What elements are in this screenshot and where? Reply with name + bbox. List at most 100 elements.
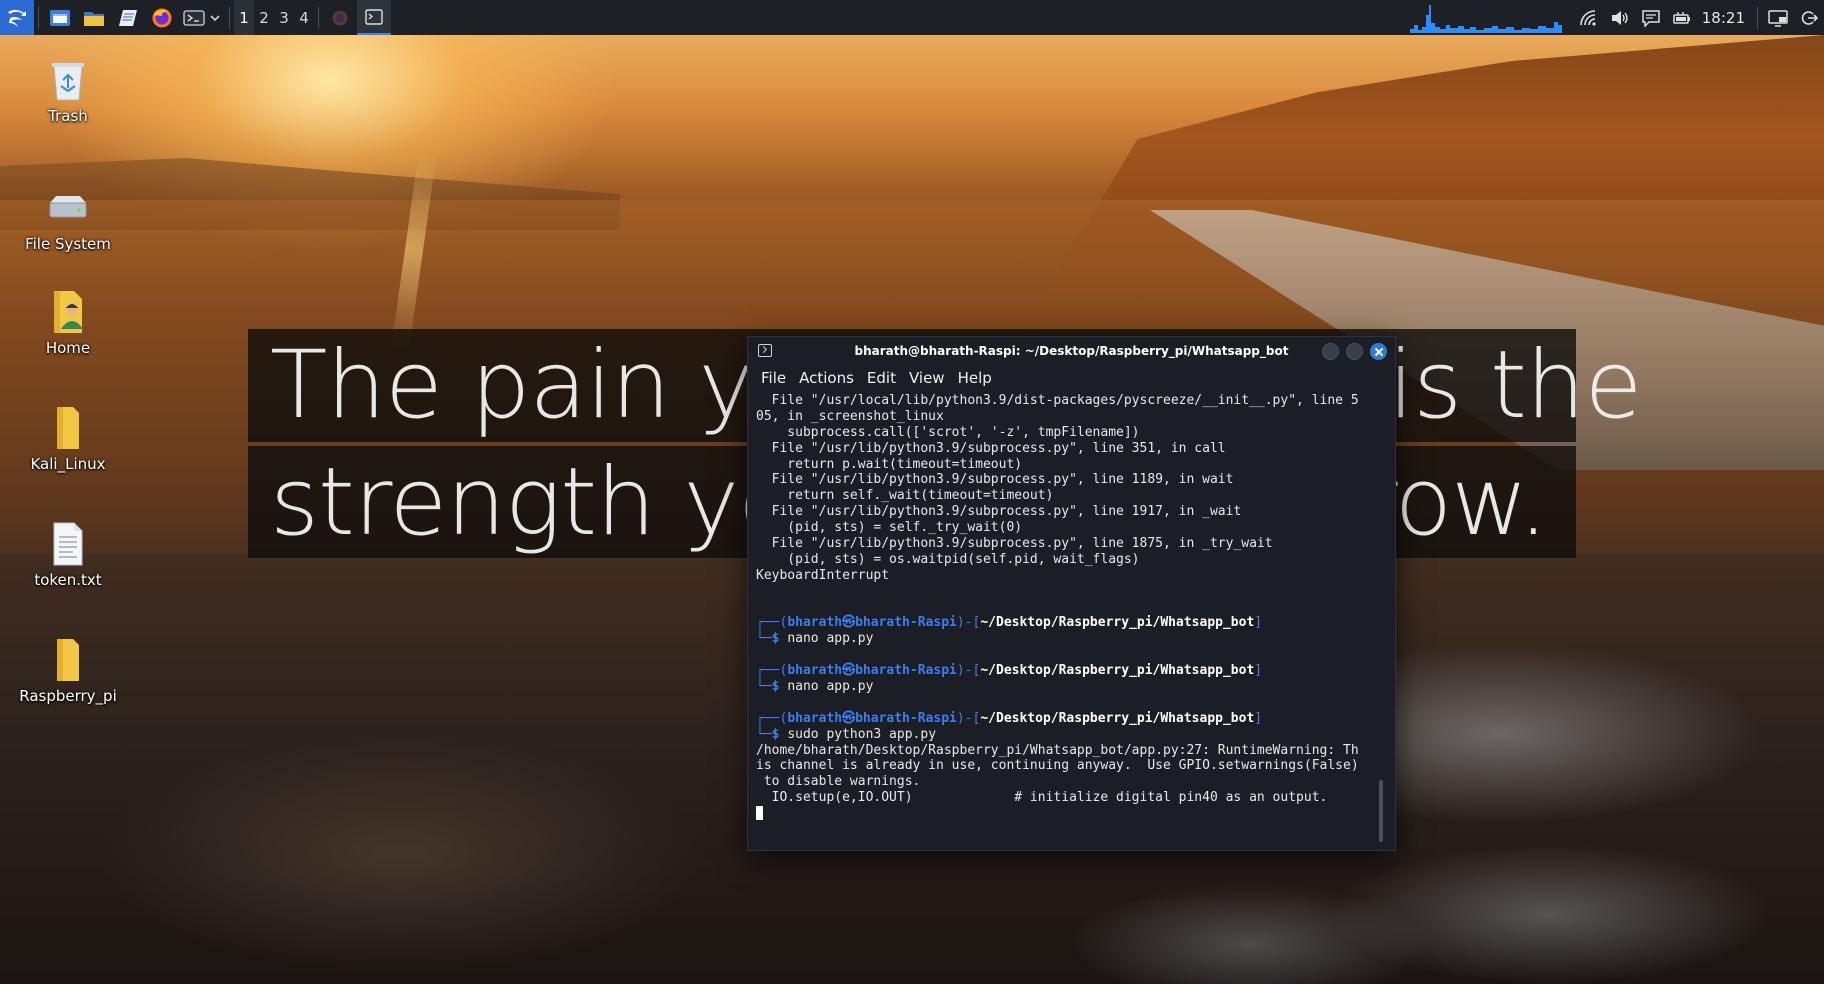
folder-icon (46, 638, 90, 682)
notifications-icon[interactable] (1636, 0, 1667, 35)
terminal-window[interactable]: bharath@bharath-Raspi: ~/Desktop/Raspber… (747, 336, 1396, 851)
traceback-line: File "/usr/lib/python3.9/subprocess.py",… (756, 472, 1234, 488)
text-file-icon (46, 522, 90, 566)
drive-icon (46, 186, 90, 230)
desktop-icon-label: Home (45, 339, 91, 357)
traceback-line: KeyboardInterrupt (756, 567, 890, 583)
panel-separator (1757, 6, 1758, 29)
folder-icon[interactable] (77, 0, 111, 35)
display-icon[interactable] (1762, 0, 1793, 35)
command-text: nano app.py (787, 679, 874, 695)
terminal-title: bharath@bharath-Raspi: ~/Desktop/Raspber… (854, 344, 1289, 358)
window-controls (1322, 343, 1387, 360)
panel-separator (229, 6, 230, 29)
menu-actions[interactable]: Actions (799, 369, 862, 387)
prompt-frame: )-[ (956, 710, 981, 726)
prompt-frame: ┌──( (756, 710, 788, 726)
prompt-command-line: └─$ nano app.py (756, 679, 1396, 695)
workspace-1[interactable]: 1 (234, 0, 254, 35)
prompt-symbol: └─$ (756, 726, 788, 742)
traceback-line: (pid, sts) = os.waitpid(self.pid, wait_f… (756, 551, 1140, 567)
desktop-icon-token-txt[interactable]: token.txt (8, 522, 128, 589)
prompt-frame: ] (1254, 710, 1263, 726)
desktop-icon-raspberry-pi[interactable]: Raspberry_pi (8, 638, 128, 705)
volume-icon[interactable] (1605, 0, 1636, 35)
traceback-line: File "/usr/local/lib/python3.9/dist-pack… (756, 393, 1359, 408)
cursor-line (756, 806, 1396, 822)
prompt-user-host: bharath㉿bharath-Raspi (787, 710, 957, 726)
prompt-path: ~/Desktop/Raspberry_pi/Whatsapp_bot (980, 615, 1255, 631)
terminal-cursor (756, 806, 763, 821)
taskbar-firefox[interactable] (323, 0, 357, 35)
traceback-line: (pid, sts) = self._try_wait(0) (756, 520, 1023, 536)
output-line: IO.setup(e,IO.OUT) # initialize digital … (756, 790, 1328, 806)
prompt-header: ┌──(bharath㉿bharath-Raspi)-[~/Desktop/Ra… (756, 663, 1396, 679)
traceback-line: File "/usr/lib/python3.9/subprocess.py",… (756, 440, 1226, 456)
desktop-icon-file-system[interactable]: File System (8, 186, 128, 253)
panel-separator (318, 6, 319, 29)
desktop-icon-label: Trash (48, 107, 88, 125)
workspace-2[interactable]: 2 (254, 0, 274, 35)
close-button[interactable] (1370, 343, 1387, 360)
terminal-titlebar[interactable]: bharath@bharath-Raspi: ~/Desktop/Raspber… (748, 337, 1395, 365)
traceback-line: File "/usr/lib/python3.9/subprocess.py",… (756, 536, 1273, 552)
prompt-header: ┌──(bharath㉿bharath-Raspi)-[~/Desktop/Ra… (756, 711, 1396, 727)
traceback-line: 05, in _screenshot_linux (756, 408, 944, 424)
menu-view[interactable]: View (909, 369, 953, 387)
home-folder-icon (46, 290, 90, 334)
menu-edit[interactable]: Edit (867, 369, 904, 387)
prompt-frame: )-[ (956, 615, 981, 631)
firefox-icon[interactable] (145, 0, 179, 35)
desktop-icon-kali-linux[interactable]: Kali_Linux (8, 406, 128, 473)
firefox-icon (332, 10, 348, 25)
prompt-user-host: bharath㉿bharath-Raspi (787, 615, 957, 631)
panel-clock[interactable]: 18:21 (1698, 9, 1753, 27)
desktop-icon-label: File System (25, 235, 111, 253)
terminal-output[interactable]: File "/usr/local/lib/python3.9/dist-pack… (748, 391, 1396, 849)
output-line: to disable warnings. (756, 774, 921, 790)
workspace-4[interactable]: 4 (294, 0, 314, 35)
prompt-frame: ] (1254, 615, 1263, 631)
kali-menu-icon[interactable] (0, 0, 34, 35)
desktop-icon-label: token.txt (34, 571, 102, 589)
folder-icon (46, 406, 90, 450)
maximize-button[interactable] (1346, 343, 1363, 360)
prompt-frame: ] (1254, 663, 1263, 679)
battery-power-icon[interactable] (1667, 0, 1698, 35)
prompt-symbol: └─$ (756, 631, 788, 647)
desktop-icon-trash[interactable]: Trash (8, 58, 128, 125)
terminal-scrollbar[interactable] (1379, 780, 1383, 842)
taskbar-terminal[interactable] (357, 0, 391, 35)
prompt-header: ┌──(bharath㉿bharath-Raspi)-[~/Desktop/Ra… (756, 615, 1396, 631)
command-text: nano app.py (787, 631, 874, 647)
traceback-line: return self._wait(timeout=timeout) (756, 488, 1054, 504)
desktop-icon-label: Kali_Linux (30, 455, 106, 473)
menu-file[interactable]: File (761, 369, 794, 387)
prompt-frame: )-[ (956, 663, 981, 679)
terminal-menubar: File Actions Edit View Help (748, 365, 1395, 391)
desktop-icon-home[interactable]: Home (8, 290, 128, 357)
command-text: sudo python3 app.py (787, 726, 937, 742)
traceback-line: File "/usr/lib/python3.9/subprocess.py",… (756, 504, 1242, 520)
cpu-graph (1409, 4, 1562, 33)
workspace-switcher: 1 2 3 4 (234, 0, 314, 35)
terminal-icon[interactable] (758, 344, 772, 357)
prompt-path: ~/Desktop/Raspberry_pi/Whatsapp_bot (980, 663, 1255, 679)
workspace-3[interactable]: 3 (274, 0, 294, 35)
prompt-symbol: └─$ (756, 679, 788, 695)
top-panel: 1 2 3 4 18:21 (0, 0, 1824, 35)
file-manager-icon[interactable] (43, 0, 77, 35)
minimize-button[interactable] (1322, 343, 1339, 360)
logout-icon[interactable] (1793, 0, 1824, 35)
traceback-line: return p.wait(timeout=timeout) (756, 456, 1023, 472)
output-line: is channel is already in use, continuing… (756, 758, 1359, 774)
terminal-launcher-icon[interactable] (179, 0, 225, 35)
traceback-line: subprocess.call(['scrot', '-z', tmpFilen… (756, 424, 1140, 440)
panel-separator (38, 6, 39, 29)
menu-help[interactable]: Help (958, 369, 1000, 387)
text-editor-icon[interactable] (111, 0, 145, 35)
wifi-icon[interactable] (1574, 0, 1605, 35)
